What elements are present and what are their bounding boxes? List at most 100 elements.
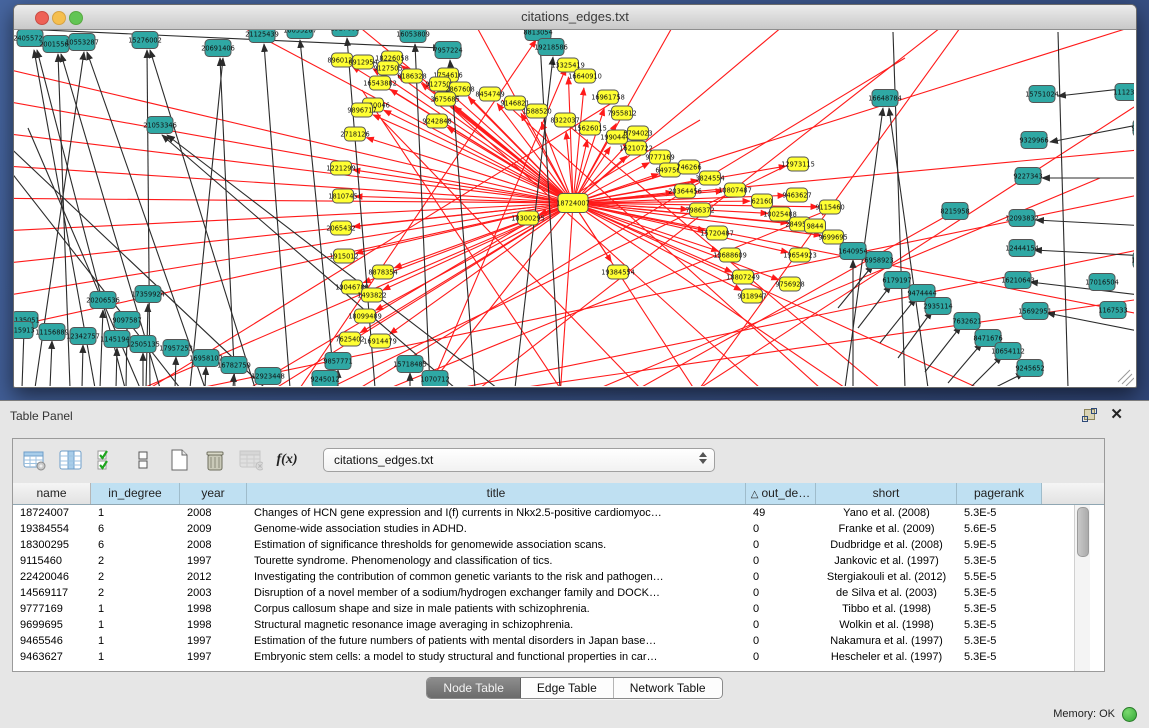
network-node-teal[interactable]: 3915913 — [14, 322, 35, 339]
function-icon[interactable]: f(x) — [275, 448, 299, 472]
cell-out_de[interactable]: 0 — [746, 585, 816, 601]
network-node-teal[interactable]: 11156889 — [35, 324, 69, 341]
tab-node-table[interactable]: Node Table — [427, 678, 521, 698]
network-node-teal[interactable]: 16782759 — [217, 357, 251, 374]
column-select-icon[interactable] — [59, 448, 83, 472]
network-node-yellow[interactable]: 9756928 — [775, 277, 804, 291]
cell-year[interactable]: 2008 — [180, 505, 247, 521]
network-node-yellow[interactable]: 10688609 — [713, 248, 747, 262]
network-node-yellow[interactable]: 9896717 — [347, 103, 376, 117]
network-node-teal[interactable]: 10553287 — [65, 34, 99, 51]
graph-edge[interactable] — [175, 357, 176, 386]
table-row[interactable]: 946362711997Embryonic stem cells: a mode… — [13, 649, 1104, 665]
network-node-yellow[interactable]: 2065432 — [326, 221, 355, 235]
cell-short[interactable]: Hescheler et al. (1997) — [816, 649, 957, 665]
cell-short[interactable]: Dudbridge et al. (2008) — [816, 537, 957, 553]
cell-out_de[interactable]: 0 — [746, 537, 816, 553]
cell-out_de[interactable]: 0 — [746, 633, 816, 649]
network-node-yellow[interactable]: 16914479 — [363, 334, 397, 348]
network-node-yellow[interactable]: 62160 — [752, 194, 773, 208]
network-node-yellow[interactable]: 8186328 — [397, 69, 426, 83]
network-node-yellow[interactable]: 9115460 — [815, 200, 844, 214]
graph-edge[interactable] — [560, 203, 573, 386]
cell-in_degree[interactable]: 1 — [91, 601, 180, 617]
network-node-yellow[interactable]: 1221299 — [326, 161, 355, 175]
network-node-teal[interactable]: 12505135 — [126, 336, 160, 353]
table-row[interactable]: 1456911722003Disruption of a novel membe… — [13, 585, 1104, 601]
row-select-icon[interactable] — [95, 448, 119, 472]
network-node-teal[interactable]: 7957224 — [433, 42, 462, 59]
tab-network-table[interactable]: Network Table — [614, 678, 722, 698]
cell-in_degree[interactable]: 2 — [91, 569, 180, 585]
network-node-yellow[interactable]: 7955812 — [607, 106, 636, 120]
cell-title[interactable]: Genome-wide association studies in ADHD. — [247, 521, 746, 537]
network-node-teal[interactable]: 12923448 — [251, 368, 285, 385]
cell-title[interactable]: Tourette syndrome. Phenomenology and cla… — [247, 553, 746, 569]
cell-short[interactable]: Nakamura et al. (1997) — [816, 633, 957, 649]
network-node-teal[interactable]: 20206536 — [86, 292, 120, 309]
cell-out_de[interactable]: 0 — [746, 601, 816, 617]
cell-title[interactable]: Estimation of the future numbers of pati… — [247, 633, 746, 649]
graph-edge[interactable] — [300, 40, 335, 386]
network-node-teal[interactable]: 9097587 — [112, 312, 141, 329]
cell-pagerank[interactable]: 5.3E-5 — [957, 633, 1042, 649]
cell-title[interactable]: Investigating the contribution of common… — [247, 569, 746, 585]
network-node-yellow[interactable]: 7625402 — [335, 332, 364, 346]
network-node-teal[interactable]: 9245652 — [1015, 360, 1044, 377]
network-node-teal[interactable]: 17957253 — [159, 340, 193, 357]
cell-pagerank[interactable]: 5.3E-5 — [957, 553, 1042, 569]
network-node-teal[interactable]: 16053809 — [396, 30, 430, 43]
graph-edge[interactable] — [50, 341, 52, 386]
cell-year[interactable]: 1998 — [180, 617, 247, 633]
delete-table-icon[interactable] — [239, 448, 263, 472]
rows-icon[interactable] — [131, 448, 155, 472]
network-node-teal[interactable]: 17359924 — [131, 286, 165, 303]
cell-title[interactable]: Corpus callosum shape and size in male p… — [247, 601, 746, 617]
graph-edge[interactable] — [1034, 250, 1134, 256]
network-node-yellow[interactable]: 3675685 — [430, 92, 459, 106]
network-node-yellow[interactable]: 9242848 — [422, 114, 451, 128]
cell-short[interactable]: Jankovic et al. (1997) — [816, 553, 957, 569]
table-selector-dropdown[interactable]: citations_edges.txt — [323, 448, 715, 472]
network-node-teal[interactable]: 12444154 — [1005, 240, 1039, 257]
graph-edge[interactable] — [14, 158, 180, 386]
float-window-icon[interactable] — [1082, 408, 1096, 422]
resize-grip-icon[interactable] — [1118, 370, 1134, 386]
cell-name[interactable]: 22420046 — [13, 569, 91, 585]
table-row[interactable]: 946554611997Estimation of the future num… — [13, 633, 1104, 649]
cell-in_degree[interactable]: 2 — [91, 585, 180, 601]
cell-in_degree[interactable]: 1 — [91, 505, 180, 521]
cell-name[interactable]: 14569117 — [13, 585, 91, 601]
cell-pagerank[interactable]: 5.3E-5 — [957, 585, 1042, 601]
network-node-teal[interactable]: 6179197 — [882, 272, 911, 289]
network-node-teal[interactable]: 12342757 — [66, 328, 100, 345]
network-node-yellow[interactable]: 1588520 — [522, 104, 551, 118]
network-node-teal[interactable]: 10055287 — [283, 30, 317, 39]
cell-in_degree[interactable]: 2 — [91, 553, 180, 569]
cell-in_degree[interactable]: 1 — [91, 649, 180, 665]
network-node-yellow[interactable]: 9318947 — [737, 289, 766, 303]
network-node-teal[interactable]: 6958923 — [864, 252, 893, 269]
graph-edge[interactable] — [700, 98, 1134, 386]
network-node-teal[interactable]: 15276002 — [128, 32, 162, 49]
network-node-teal[interactable]: 9857771 — [323, 353, 352, 370]
network-node-teal[interactable]: 9293766 — [1131, 120, 1134, 137]
network-node-teal[interactable]: 1112384 — [1113, 84, 1134, 101]
column-header-name[interactable]: name — [13, 483, 91, 504]
cell-out_de[interactable]: 0 — [746, 521, 816, 537]
hub-node[interactable]: 18724007 — [556, 194, 590, 213]
table-row[interactable]: 1938455462009Genome-wide association stu… — [13, 521, 1104, 537]
graph-edge[interactable] — [150, 50, 255, 386]
network-node-teal[interactable]: 7632621 — [952, 313, 981, 330]
network-node-yellow[interactable]: 16961758 — [591, 90, 625, 104]
column-header-year[interactable]: year — [180, 483, 247, 504]
cell-year[interactable]: 2008 — [180, 537, 247, 553]
graph-edge[interactable] — [573, 203, 788, 252]
cell-pagerank[interactable]: 5.3E-5 — [957, 601, 1042, 617]
network-node-teal[interactable]: 15751024 — [1025, 86, 1059, 103]
cell-year[interactable]: 2003 — [180, 585, 247, 601]
column-header-in_degree[interactable]: in_degree — [91, 483, 180, 504]
table-row[interactable]: 977716911998Corpus callosum shape and si… — [13, 601, 1104, 617]
table-row[interactable]: 1872400712008Changes of HCN gene express… — [13, 505, 1104, 521]
network-node-yellow[interactable]: 15720487 — [700, 226, 734, 240]
